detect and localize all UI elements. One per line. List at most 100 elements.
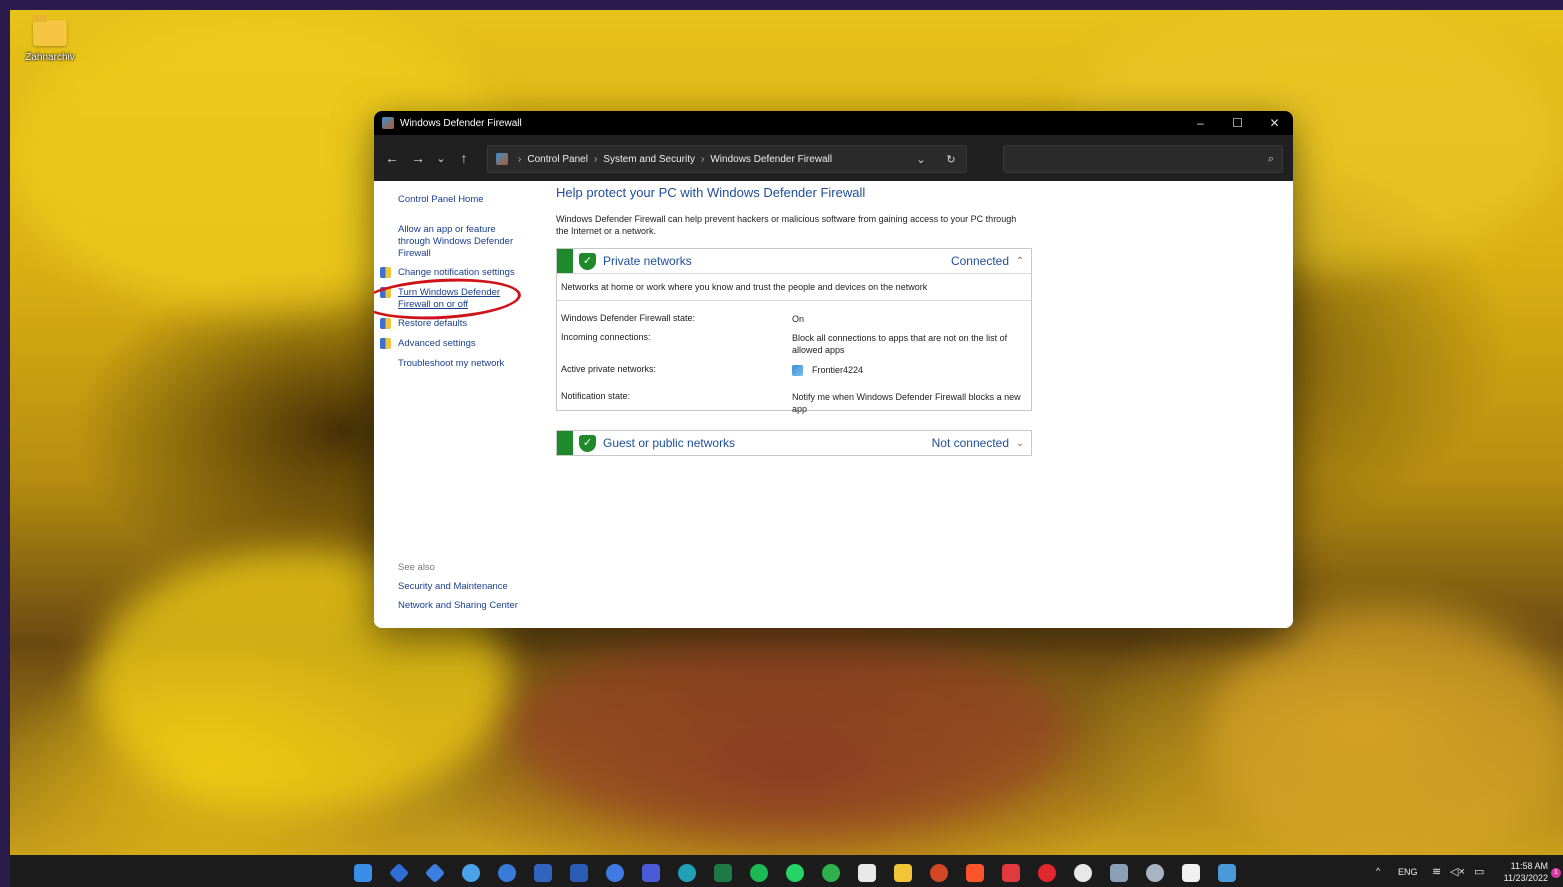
intro-text: Windows Defender Firewall can help preve…	[556, 214, 1017, 236]
notion-icon[interactable]	[1182, 864, 1200, 882]
start-icon[interactable]	[354, 864, 372, 882]
public-networks-title: Guest or public networks	[603, 436, 736, 450]
calculator-icon[interactable]	[1110, 864, 1128, 882]
brave-icon[interactable]	[966, 864, 984, 882]
firewall-state-label: Windows Defender Firewall state:	[561, 313, 696, 323]
shield-check-icon: ✓	[579, 434, 596, 452]
tray-overflow-icon[interactable]: ^	[1376, 866, 1380, 876]
content-area: Control Panel Home Allow an app or featu…	[374, 181, 1293, 628]
folder-icon	[33, 15, 67, 46]
advanced-settings-label: Advanced settings	[398, 338, 476, 349]
excel-icon[interactable]	[714, 864, 732, 882]
page-title: Help protect your PC with Windows Defend…	[556, 185, 866, 200]
battery-icon[interactable]: ▭	[1474, 865, 1484, 878]
advanced-settings-link[interactable]: Advanced settings	[380, 338, 528, 350]
clock-time[interactable]: 11:58 AM	[1504, 861, 1548, 871]
active-networks-label: Active private networks:	[561, 364, 657, 374]
address-dropdown-button[interactable]: ⌄	[906, 153, 936, 166]
breadcrumb-control-panel[interactable]: Control Panel	[527, 154, 588, 165]
powerpoint-icon[interactable]	[930, 864, 948, 882]
public-networks-panel: ✓ Guest or public networks Not connected…	[556, 430, 1032, 456]
network-icon	[792, 365, 803, 377]
clock-date[interactable]: 11/23/2022	[1496, 873, 1548, 883]
app-icon[interactable]	[606, 864, 624, 882]
forward-button[interactable]: →	[405, 144, 431, 172]
see-also-heading: See also	[398, 562, 435, 573]
breadcrumb-separator: ›	[518, 153, 522, 165]
settings-icon[interactable]	[1146, 864, 1164, 882]
incoming-connections-label: Incoming connections:	[561, 332, 651, 342]
desktop-icon-label: Zahnarchiv	[25, 52, 75, 63]
window-title: Windows Defender Firewall	[400, 117, 522, 129]
app-icon[interactable]	[1002, 864, 1020, 882]
wifi-icon[interactable]: ≋	[1432, 865, 1441, 878]
allow-app-link[interactable]: Allow an app or feature through Windows …	[398, 224, 526, 260]
troubleshoot-network-link[interactable]: Troubleshoot my network	[398, 358, 528, 370]
search-box[interactable]: ⌕	[1003, 145, 1283, 173]
wechat-icon[interactable]	[822, 864, 840, 882]
private-networks-panel: ✓ Private networks Connected ⌃ Networks …	[556, 248, 1032, 414]
status-color-bar	[557, 249, 573, 273]
app-icon[interactable]	[424, 862, 446, 884]
back-button[interactable]: ←	[379, 144, 405, 172]
search-icon: ⌕	[1267, 152, 1275, 165]
app-icon[interactable]	[462, 864, 480, 882]
private-networks-description: Networks at home or work where you know …	[557, 273, 1031, 300]
recent-locations-button[interactable]: ⌄	[431, 144, 451, 172]
notification-badge[interactable]: 1	[1551, 868, 1561, 878]
private-networks-status: Connected	[950, 254, 1009, 268]
breadcrumb-windows-defender-firewall[interactable]: Windows Defender Firewall	[710, 154, 832, 165]
control-panel-home-link[interactable]: Control Panel Home	[398, 194, 528, 206]
title-bar: Windows Defender Firewall – ☐ ✕	[374, 111, 1293, 135]
incoming-connections-value: Block all connections to apps that are n…	[792, 333, 1008, 355]
change-notification-settings-link[interactable]: Change notification settings	[380, 267, 528, 279]
security-maintenance-link[interactable]: Security and Maintenance	[398, 581, 528, 593]
status-color-bar	[557, 431, 573, 455]
control-panel-taskbar-icon[interactable]	[1218, 864, 1236, 882]
firewall-state-value: On	[792, 314, 805, 324]
red-circle-annotation	[374, 274, 522, 324]
private-networks-header[interactable]: ✓ Private networks Connected ⌃	[557, 249, 1031, 273]
maximize-button[interactable]: ☐	[1219, 111, 1256, 135]
search-input[interactable]	[1004, 147, 1260, 171]
spotify-icon[interactable]	[750, 864, 768, 882]
private-networks-title: Private networks	[603, 254, 692, 268]
breadcrumb-separator: ›	[701, 153, 705, 165]
notification-state-label: Notification state:	[561, 391, 631, 401]
app-icon[interactable]	[498, 864, 516, 882]
chevron-up-icon[interactable]: ⌃	[1009, 256, 1031, 267]
public-networks-header[interactable]: ✓ Guest or public networks Not connected…	[557, 431, 1031, 455]
uac-shield-icon	[380, 318, 391, 329]
security-app-icon[interactable]	[534, 864, 552, 882]
whatsapp-icon[interactable]	[786, 864, 804, 882]
edge-icon[interactable]	[678, 864, 696, 882]
active-network-name: Frontier4224	[812, 365, 864, 375]
slack-icon[interactable]	[1074, 864, 1092, 882]
file-explorer-icon[interactable]	[894, 864, 912, 882]
uac-shield-icon	[380, 267, 391, 278]
language-indicator[interactable]: ENG	[1398, 867, 1418, 877]
app-icon[interactable]	[388, 862, 410, 884]
restore-defaults-label: Restore defaults	[398, 318, 468, 329]
control-panel-icon	[382, 117, 394, 129]
notification-state-value: Notify me when Windows Defender Firewall…	[792, 392, 1021, 414]
app-icon[interactable]	[1038, 864, 1056, 882]
shield-check-icon: ✓	[579, 252, 596, 270]
private-networks-details: Windows Defender Firewall state: On Inco…	[557, 300, 1031, 414]
breadcrumb-system-and-security[interactable]: System and Security	[603, 154, 695, 165]
minimize-button[interactable]: –	[1182, 111, 1219, 135]
app-icon[interactable]	[642, 864, 660, 882]
network-sharing-center-link[interactable]: Network and Sharing Center	[398, 600, 528, 612]
volume-muted-icon[interactable]: ◁×	[1450, 865, 1465, 878]
desktop-folder-zahnarchiv[interactable]: Zahnarchiv	[18, 15, 82, 63]
chevron-down-icon[interactable]: ⌄	[1009, 438, 1031, 449]
address-bar[interactable]: › Control Panel › System and Security › …	[487, 145, 967, 173]
refresh-icon[interactable]: ↻	[936, 153, 966, 166]
word-icon[interactable]	[570, 864, 588, 882]
app-icon[interactable]	[858, 864, 876, 882]
public-networks-status: Not connected	[931, 436, 1009, 450]
up-button[interactable]: ↑	[451, 144, 477, 172]
restore-defaults-link[interactable]: Restore defaults	[380, 318, 528, 330]
control-panel-location-icon	[496, 153, 508, 165]
close-button[interactable]: ✕	[1256, 111, 1293, 135]
